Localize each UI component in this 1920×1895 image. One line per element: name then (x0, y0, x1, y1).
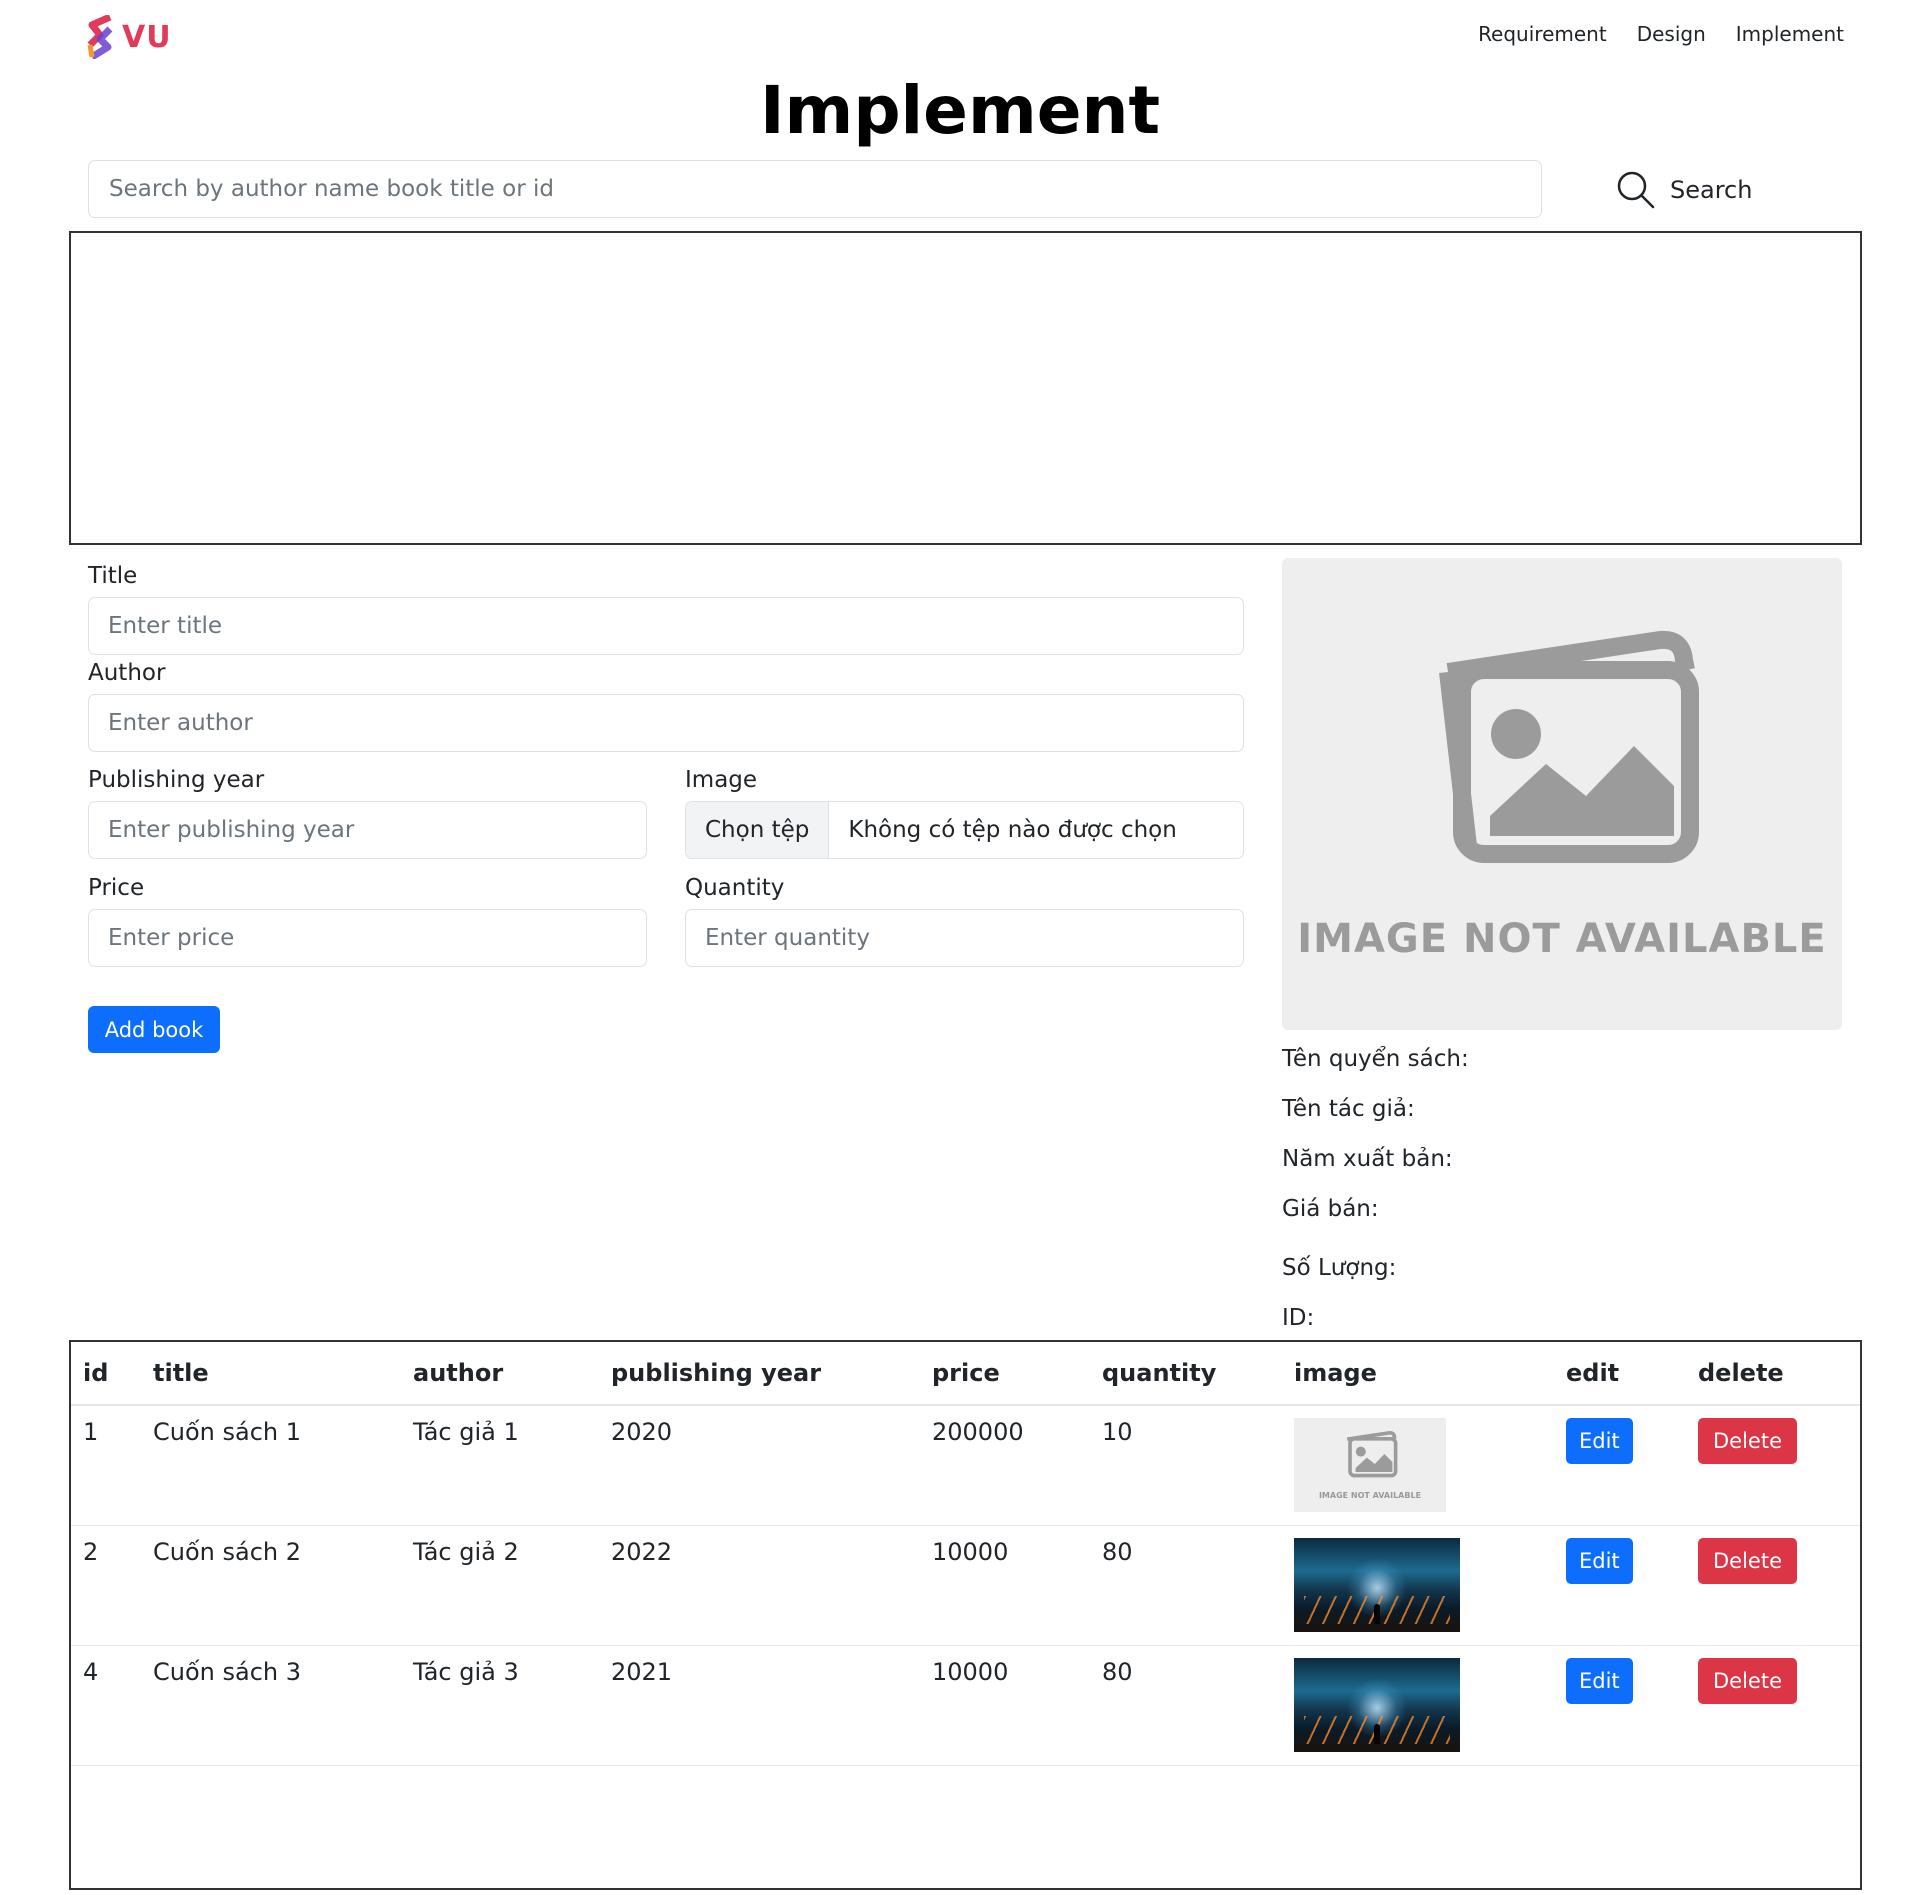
cell-title: Cuốn sách 1 (141, 1405, 401, 1526)
search-button-label: Search (1670, 176, 1753, 204)
publishing-year-input[interactable] (88, 801, 647, 859)
cell-year: 2022 (599, 1525, 920, 1646)
edit-button[interactable]: Edit (1566, 1537, 1633, 1584)
nav-requirement[interactable]: Requirement (1478, 22, 1607, 46)
cell-title: Cuốn sách 3 (141, 1645, 401, 1766)
info-id: ID: (1282, 1305, 1315, 1331)
quantity-label: Quantity (685, 875, 785, 901)
search-button[interactable]: Search (1616, 170, 1752, 210)
col-publishing-year: publishing year (599, 1342, 920, 1406)
book-thumbnail: IMAGE NOT AVAILABLE (1294, 1418, 1446, 1512)
delete-button[interactable]: Delete (1698, 1537, 1797, 1584)
author-input[interactable] (88, 694, 1244, 752)
cell-quantity: 10 (1090, 1405, 1282, 1526)
book-thumbnail (1294, 1537, 1460, 1632)
info-quantity: Số Lượng: (1282, 1255, 1397, 1281)
cell-price: 200000 (920, 1405, 1090, 1526)
cell-quantity: 80 (1090, 1525, 1282, 1646)
logo-text: VU (122, 19, 172, 55)
cell-image: IMAGE NOT AVAILABLE (1282, 1405, 1554, 1526)
table-row: 1 Cuốn sách 1 Tác giả 1 2020 200000 10 I… (71, 1405, 1860, 1526)
title-label: Title (88, 563, 138, 589)
col-price: price (920, 1342, 1090, 1406)
page-title: Implement (759, 72, 1161, 149)
col-delete: delete (1686, 1342, 1860, 1406)
image-label: Image (685, 767, 758, 793)
author-label: Author (88, 660, 166, 686)
nav-implement[interactable]: Implement (1736, 22, 1844, 46)
image-placeholder-icon (1346, 1430, 1398, 1478)
cell-price: 10000 (920, 1645, 1090, 1766)
table-row: 2 Cuốn sách 2 Tác giả 2 2022 10000 80 Ed… (71, 1525, 1860, 1646)
price-input[interactable] (88, 909, 647, 967)
image-not-available-text: IMAGE NOT AVAILABLE (1297, 916, 1827, 962)
cell-price: 10000 (920, 1525, 1090, 1646)
col-title: title (141, 1342, 401, 1406)
delete-button[interactable]: Delete (1698, 1657, 1797, 1704)
image-file-input[interactable]: Chọn tệp Không có tệp nào được chọn (685, 801, 1244, 859)
edit-button[interactable]: Edit (1566, 1657, 1633, 1704)
table-row: 4 Cuốn sách 3 Tác giả 3 2021 10000 80 Ed… (71, 1645, 1860, 1766)
chart-container (69, 231, 1862, 545)
thumbnail-text: IMAGE NOT AVAILABLE (1318, 1491, 1422, 1500)
info-price: Giá bán: (1282, 1196, 1379, 1222)
col-edit: edit (1554, 1342, 1686, 1406)
image-placeholder-icon (1439, 630, 1699, 863)
quantity-input[interactable] (685, 909, 1244, 967)
search-input[interactable] (88, 160, 1542, 218)
books-table: id title author publishing year price qu… (71, 1342, 1860, 1766)
choose-file-button[interactable]: Chọn tệp (686, 802, 830, 858)
title-input[interactable] (88, 597, 1244, 655)
add-book-button[interactable]: Add book (88, 1006, 220, 1053)
top-nav: Requirement Design Implement (1478, 22, 1844, 46)
col-author: author (401, 1342, 599, 1406)
cell-title: Cuốn sách 2 (141, 1525, 401, 1646)
cell-author: Tác giả 1 (401, 1405, 599, 1526)
cell-author: Tác giả 3 (401, 1645, 599, 1766)
cell-image (1282, 1645, 1554, 1766)
book-image-preview: IMAGE NOT AVAILABLE (1282, 558, 1842, 1030)
col-image: image (1282, 1342, 1554, 1406)
col-id: id (71, 1342, 141, 1406)
price-label: Price (88, 875, 145, 901)
info-book-title: Tên quyển sách: (1282, 1046, 1469, 1072)
edit-button[interactable]: Edit (1566, 1418, 1633, 1464)
cell-image (1282, 1525, 1554, 1646)
cell-year: 2020 (599, 1405, 920, 1526)
search-icon (1617, 171, 1655, 209)
cell-id: 2 (71, 1525, 141, 1646)
cell-quantity: 80 (1090, 1645, 1282, 1766)
col-quantity: quantity (1090, 1342, 1282, 1406)
table-header-row: id title author publishing year price qu… (71, 1342, 1860, 1406)
file-status: Không có tệp nào được chọn (848, 817, 1177, 843)
info-year: Năm xuất bản: (1282, 1146, 1453, 1172)
cell-year: 2021 (599, 1645, 920, 1766)
publishing-year-label: Publishing year (88, 767, 265, 793)
nav-design[interactable]: Design (1637, 22, 1706, 46)
cell-id: 4 (71, 1645, 141, 1766)
info-author: Tên tác giả: (1282, 1096, 1415, 1122)
cell-author: Tác giả 2 (401, 1525, 599, 1646)
logo[interactable]: VU (86, 14, 172, 60)
delete-button[interactable]: Delete (1698, 1418, 1797, 1464)
cell-id: 1 (71, 1405, 141, 1526)
logo-icon (87, 15, 113, 59)
book-thumbnail (1294, 1657, 1460, 1752)
books-table-container: id title author publishing year price qu… (69, 1340, 1862, 1890)
